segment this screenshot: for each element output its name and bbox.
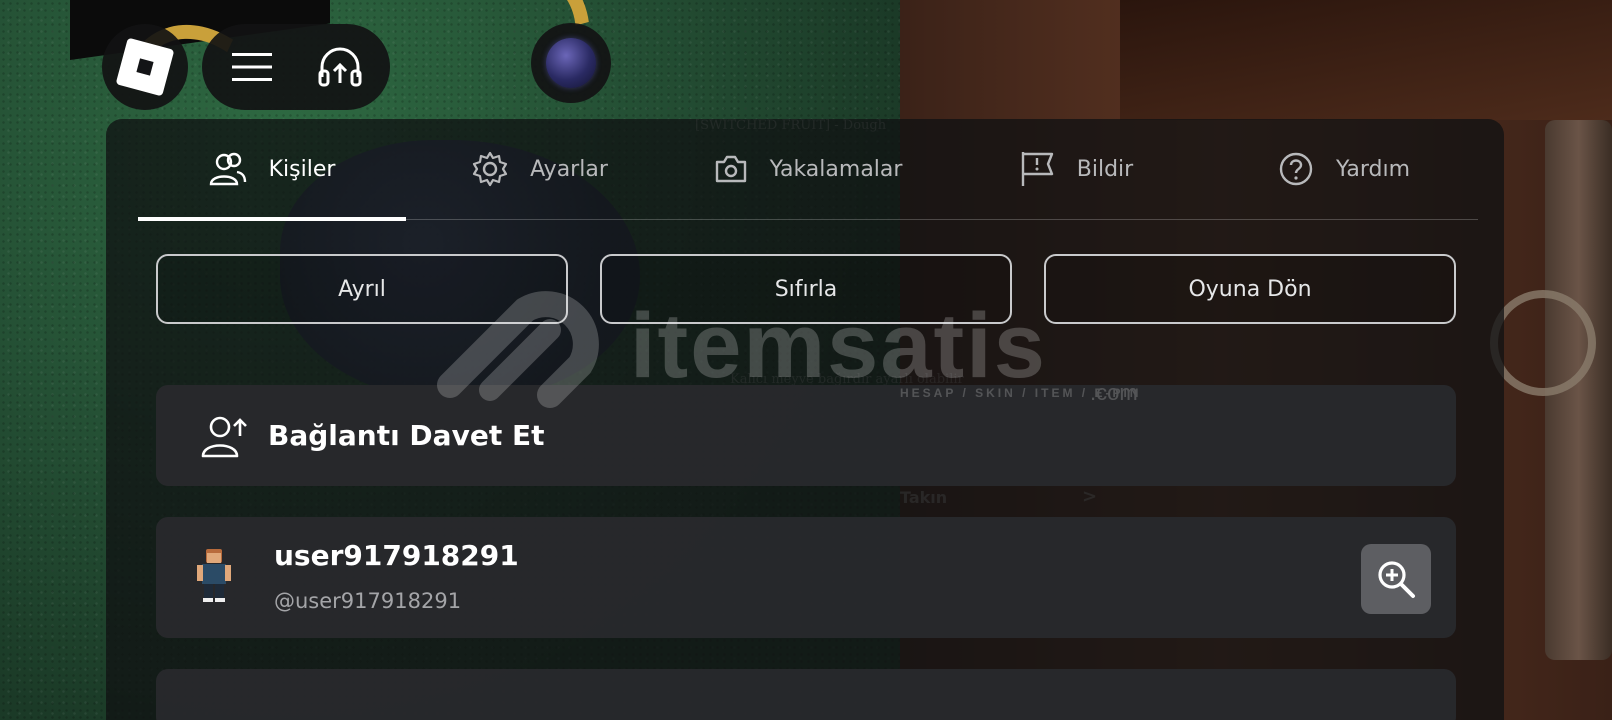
player-display-name: user917918291 [274, 539, 519, 572]
hamburger-menu-icon [232, 53, 272, 81]
tab-people[interactable]: Kişiler [138, 119, 406, 221]
hamburger-menu-button[interactable] [220, 35, 284, 99]
add-friend-icon [201, 416, 247, 457]
game-menu-screen: { "tabs": [ {"label": "Kişiler", "icon":… [0, 0, 1612, 720]
action-buttons: Ayrıl Sıfırla Oyuna Dön [156, 254, 1456, 324]
avatar-button[interactable] [531, 23, 611, 103]
inspect-player-button[interactable] [1361, 544, 1431, 614]
people-icon [209, 152, 246, 186]
player-username: @user917918291 [274, 589, 462, 613]
invite-connection-button[interactable]: Bağlantı Davet Et [156, 385, 1456, 486]
tab-label: Kişiler [268, 156, 336, 182]
ceiling [1120, 0, 1612, 120]
tab-captures[interactable]: Yakalamalar [674, 119, 942, 219]
tab-bar: Kişiler Ayarlar Yakalamalar Bildir Yardı… [138, 119, 1478, 221]
top-controls-pill [202, 24, 390, 110]
tab-settings[interactable]: Ayarlar [406, 119, 674, 219]
invite-label: Bağlantı Davet Et [268, 419, 545, 452]
zoom-in-icon [1378, 561, 1415, 598]
voice-chat-button[interactable] [308, 35, 372, 99]
ship-wheel [1490, 290, 1596, 396]
tab-report[interactable]: Bildir [942, 119, 1210, 219]
escape-menu-panel: Kişiler Ayarlar Yakalamalar Bildir Yardı… [106, 119, 1504, 720]
player-list-item: user917918291 @user917918291 [156, 517, 1456, 638]
roblox-menu-button[interactable] [102, 24, 188, 110]
resume-button[interactable]: Oyuna Dön [1044, 254, 1456, 324]
tab-label: Yakalamalar [769, 156, 903, 182]
tab-label: Yardım [1335, 156, 1411, 182]
help-icon [1279, 152, 1313, 186]
gear-icon [473, 151, 508, 187]
player-avatar [197, 549, 231, 602]
camera-icon [715, 155, 746, 183]
tab-help[interactable]: Yardım [1210, 119, 1478, 219]
user-avatar-orb [546, 38, 596, 88]
roblox-logo-icon [115, 37, 175, 97]
leave-button[interactable]: Ayrıl [156, 254, 568, 324]
tab-label: Bildir [1076, 156, 1134, 182]
reset-button[interactable]: Sıfırla [600, 254, 1012, 324]
list-item-partial [156, 669, 1456, 720]
tab-label: Ayarlar [530, 156, 608, 182]
headphones-icon [318, 47, 362, 87]
flag-icon [1021, 152, 1053, 186]
